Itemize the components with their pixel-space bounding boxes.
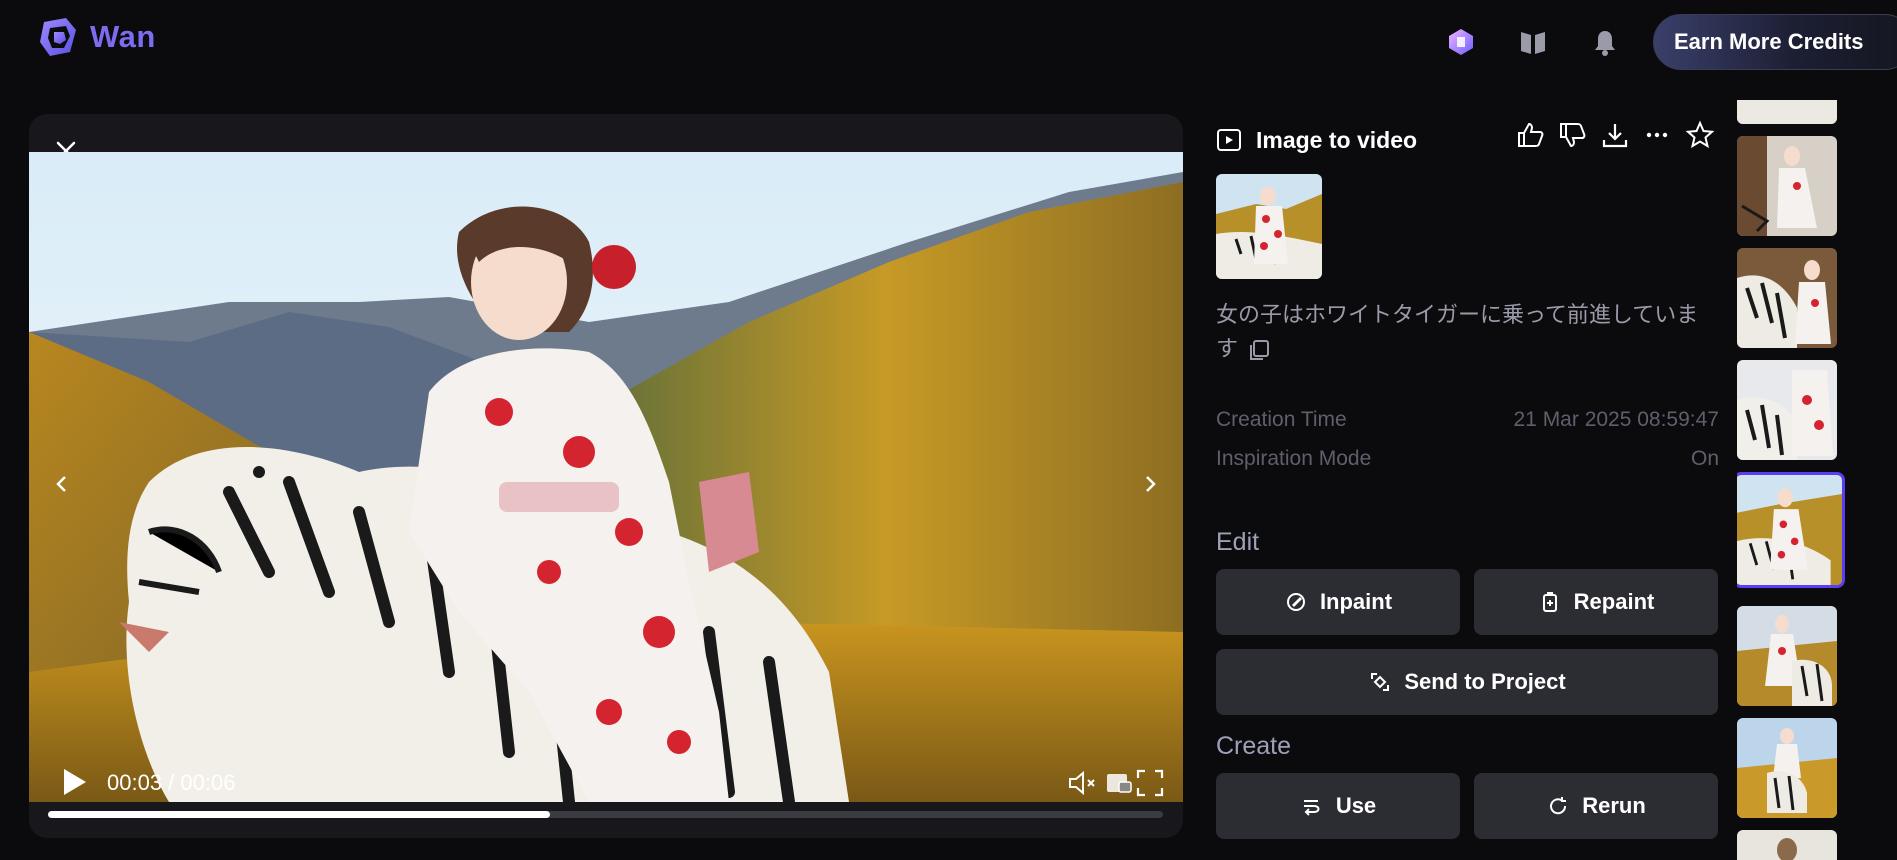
repaint-label: Repaint bbox=[1573, 589, 1655, 614]
inspiration-button[interactable] bbox=[1443, 24, 1479, 60]
history-thumbnail[interactable] bbox=[1737, 248, 1837, 348]
edit-heading: Edit bbox=[1216, 528, 1260, 556]
pip-icon[interactable] bbox=[1103, 766, 1137, 800]
inspiration-icon bbox=[1449, 29, 1473, 55]
video-frame[interactable] bbox=[29, 152, 1183, 802]
inpaint-label: Inpaint bbox=[1319, 589, 1393, 614]
creation-time-label: Creation Time bbox=[1216, 408, 1347, 431]
previous-button[interactable] bbox=[47, 454, 77, 514]
inpaint-icon bbox=[1286, 593, 1305, 611]
notifications-button[interactable] bbox=[1587, 24, 1623, 60]
progress-fill bbox=[48, 811, 550, 818]
inspiration-mode-label: Inspiration Mode bbox=[1216, 447, 1372, 470]
use-label: Use bbox=[1335, 793, 1377, 818]
inspiration-mode-row: Inspiration Mode On bbox=[1216, 447, 1719, 471]
more-icon[interactable] bbox=[1642, 120, 1672, 150]
creation-time-value: 21 Mar 2025 08:59:47 bbox=[1513, 408, 1720, 431]
chevron-right-icon bbox=[1146, 476, 1156, 492]
app-name: Wan bbox=[90, 19, 156, 54]
history-thumbnail[interactable] bbox=[1737, 360, 1837, 460]
progress-bar[interactable] bbox=[48, 811, 1163, 818]
mode-title: Image to video bbox=[1256, 126, 1418, 153]
use-icon bbox=[1303, 800, 1320, 816]
history-rail bbox=[1737, 100, 1897, 860]
copy-icon[interactable] bbox=[1246, 337, 1272, 363]
chevron-left-icon bbox=[56, 476, 66, 492]
inspiration-mode-value: On bbox=[1690, 447, 1719, 470]
send-to-project-button[interactable]: Send to Project bbox=[1216, 649, 1718, 715]
repaint-icon bbox=[1542, 592, 1557, 612]
send-icon bbox=[1371, 673, 1390, 691]
rerun-button[interactable]: Rerun bbox=[1474, 773, 1718, 839]
history-thumbnail[interactable] bbox=[1737, 136, 1837, 236]
use-button[interactable]: Use bbox=[1216, 773, 1460, 839]
fullscreen-icon[interactable] bbox=[1133, 766, 1167, 800]
thumbs-down-icon[interactable] bbox=[1557, 120, 1587, 150]
history-thumbnail[interactable] bbox=[1737, 100, 1837, 124]
video-mode-icon bbox=[1217, 129, 1241, 151]
mute-icon[interactable] bbox=[1065, 766, 1099, 800]
download-icon[interactable] bbox=[1600, 120, 1630, 150]
top-bar: Wan Earn More Credits bbox=[0, 0, 1897, 80]
thumbs-up-icon[interactable] bbox=[1515, 120, 1545, 150]
details-panel: Image to video 女の子はホワイトタイガーに乗って前進しています C… bbox=[1216, 114, 1719, 844]
earn-credits-button[interactable]: Earn More Credits bbox=[1653, 14, 1897, 70]
video-controls: 00:03 / 00:06 bbox=[29, 754, 1183, 814]
prompt-text: 女の子はホワイトタイガーに乗って前進しています bbox=[1216, 298, 1716, 366]
history-thumbnail[interactable] bbox=[1737, 606, 1837, 706]
history-thumbnail[interactable] bbox=[1737, 830, 1837, 860]
wan-logo-icon bbox=[40, 18, 76, 56]
source-image-thumbnail[interactable] bbox=[1216, 174, 1322, 279]
creation-time-row: Creation Time 21 Mar 2025 08:59:47 bbox=[1216, 408, 1719, 432]
library-icon bbox=[1521, 32, 1545, 54]
inpaint-button[interactable]: Inpaint bbox=[1216, 569, 1460, 635]
prompt-content: 女の子はホワイトタイガーに乗って前進しています bbox=[1216, 302, 1699, 361]
bell-icon bbox=[1595, 31, 1615, 56]
create-heading: Create bbox=[1216, 732, 1292, 760]
history-thumbnail[interactable] bbox=[1737, 718, 1837, 818]
rerun-icon bbox=[1550, 797, 1567, 815]
star-icon[interactable] bbox=[1685, 120, 1715, 150]
next-button[interactable] bbox=[1135, 454, 1165, 514]
video-player: 00:03 / 00:06 bbox=[29, 114, 1183, 838]
repaint-button[interactable]: Repaint bbox=[1474, 569, 1718, 635]
history-thumbnail-selected[interactable] bbox=[1737, 472, 1845, 588]
video-time: 00:03 / 00:06 bbox=[107, 770, 236, 795]
rerun-label: Rerun bbox=[1582, 793, 1646, 818]
logo[interactable]: Wan bbox=[36, 14, 156, 60]
send-label: Send to Project bbox=[1404, 669, 1566, 694]
earn-credits-label: Earn More Credits bbox=[1674, 29, 1864, 54]
library-button[interactable] bbox=[1515, 24, 1551, 60]
play-icon[interactable] bbox=[55, 764, 91, 800]
